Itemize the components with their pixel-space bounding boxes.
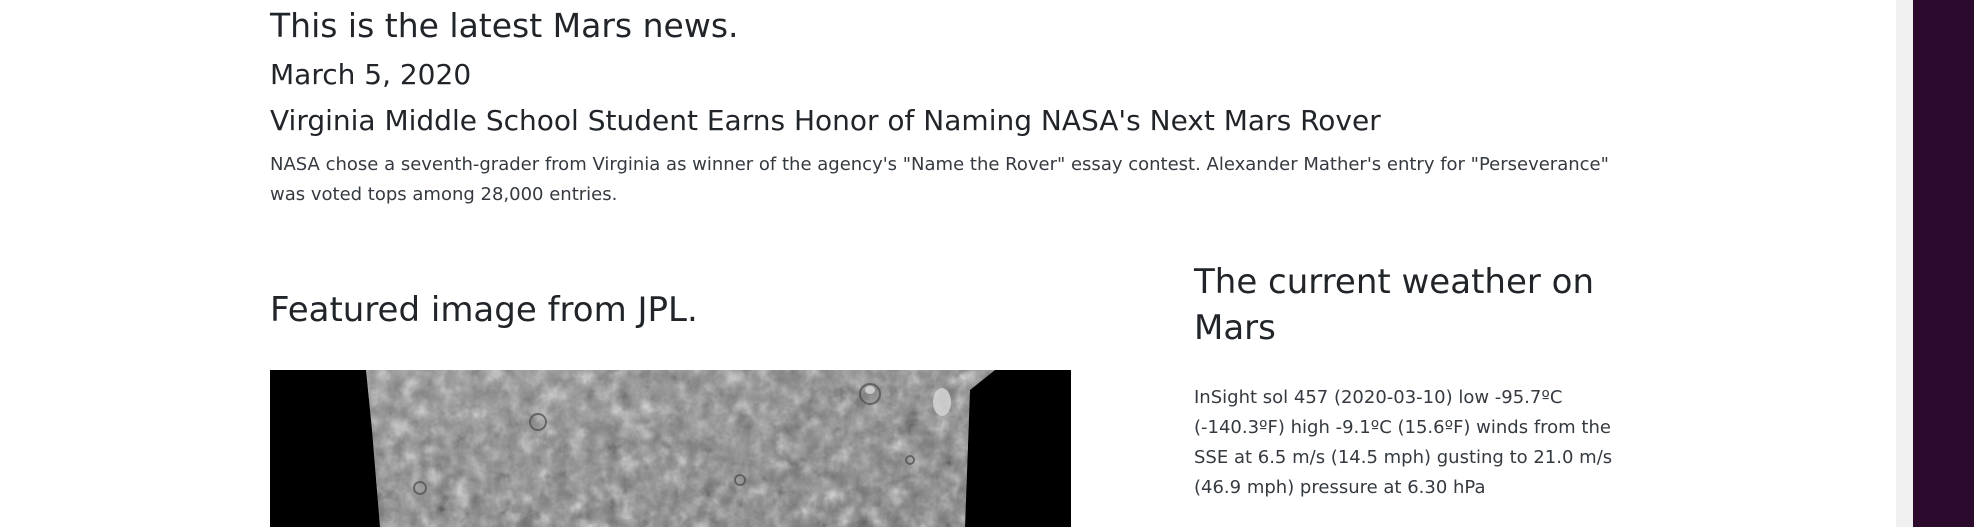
news-teaser: NASA chose a seventh-grader from Virgini… bbox=[270, 154, 1609, 205]
page: This is the latest Mars news. March 5, 2… bbox=[0, 0, 1974, 527]
news-section-heading: This is the latest Mars news. bbox=[270, 6, 739, 45]
news-date: March 5, 2020 bbox=[270, 58, 472, 91]
news-title: Virginia Middle School Student Earns Hon… bbox=[270, 104, 1381, 137]
desktop-side-panel bbox=[1913, 0, 1974, 527]
featured-image-heading: Featured image from JPL. bbox=[270, 290, 698, 330]
mars-surface-image bbox=[270, 370, 1071, 527]
featured-image[interactable] bbox=[270, 370, 1071, 527]
weather-heading: The current weather on Mars bbox=[1194, 262, 1594, 348]
main-content: This is the latest Mars news. March 5, 2… bbox=[0, 0, 1896, 527]
weather-report: InSight sol 457 (2020-03-10) low -95.7ºC… bbox=[1194, 387, 1613, 498]
vertical-scrollbar[interactable] bbox=[1896, 0, 1913, 527]
